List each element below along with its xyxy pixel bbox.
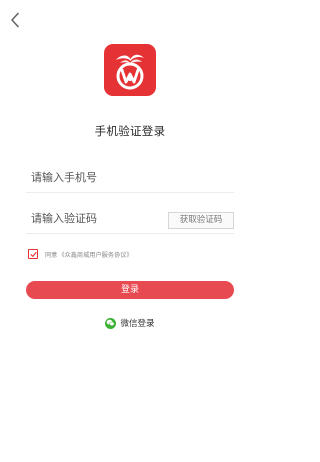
agreement-checkbox[interactable] — [28, 249, 38, 259]
login-button[interactable]: 登录 — [26, 281, 234, 299]
agreement-prefix: 同意 — [45, 251, 58, 259]
agreement-row: 同意 《众鑫商城用户服务协议》 — [28, 248, 133, 260]
chevron-left-icon — [11, 12, 19, 28]
verification-code-input[interactable] — [31, 205, 161, 232]
back-button[interactable] — [7, 11, 23, 29]
phone-field — [26, 164, 234, 193]
page-title: 手机验证登录 — [94, 124, 166, 138]
app-logo — [104, 44, 156, 96]
wechat-icon — [105, 317, 117, 329]
get-code-button[interactable]: 获取验证码 — [168, 212, 234, 229]
login-screen: 手机验证登录 获取验证码 同意 《众鑫商城用户服务协议》 登录 微信登录 — [0, 0, 260, 462]
wechat-login[interactable]: 微信登录 — [0, 316, 260, 330]
phone-input[interactable] — [31, 164, 161, 191]
check-icon — [29, 251, 37, 257]
wechat-login-label: 微信登录 — [120, 319, 155, 329]
agreement-link[interactable]: 《众鑫商城用户服务协议》 — [58, 250, 132, 259]
code-field: 获取验证码 — [26, 205, 234, 234]
app-logo-icon — [116, 54, 144, 90]
